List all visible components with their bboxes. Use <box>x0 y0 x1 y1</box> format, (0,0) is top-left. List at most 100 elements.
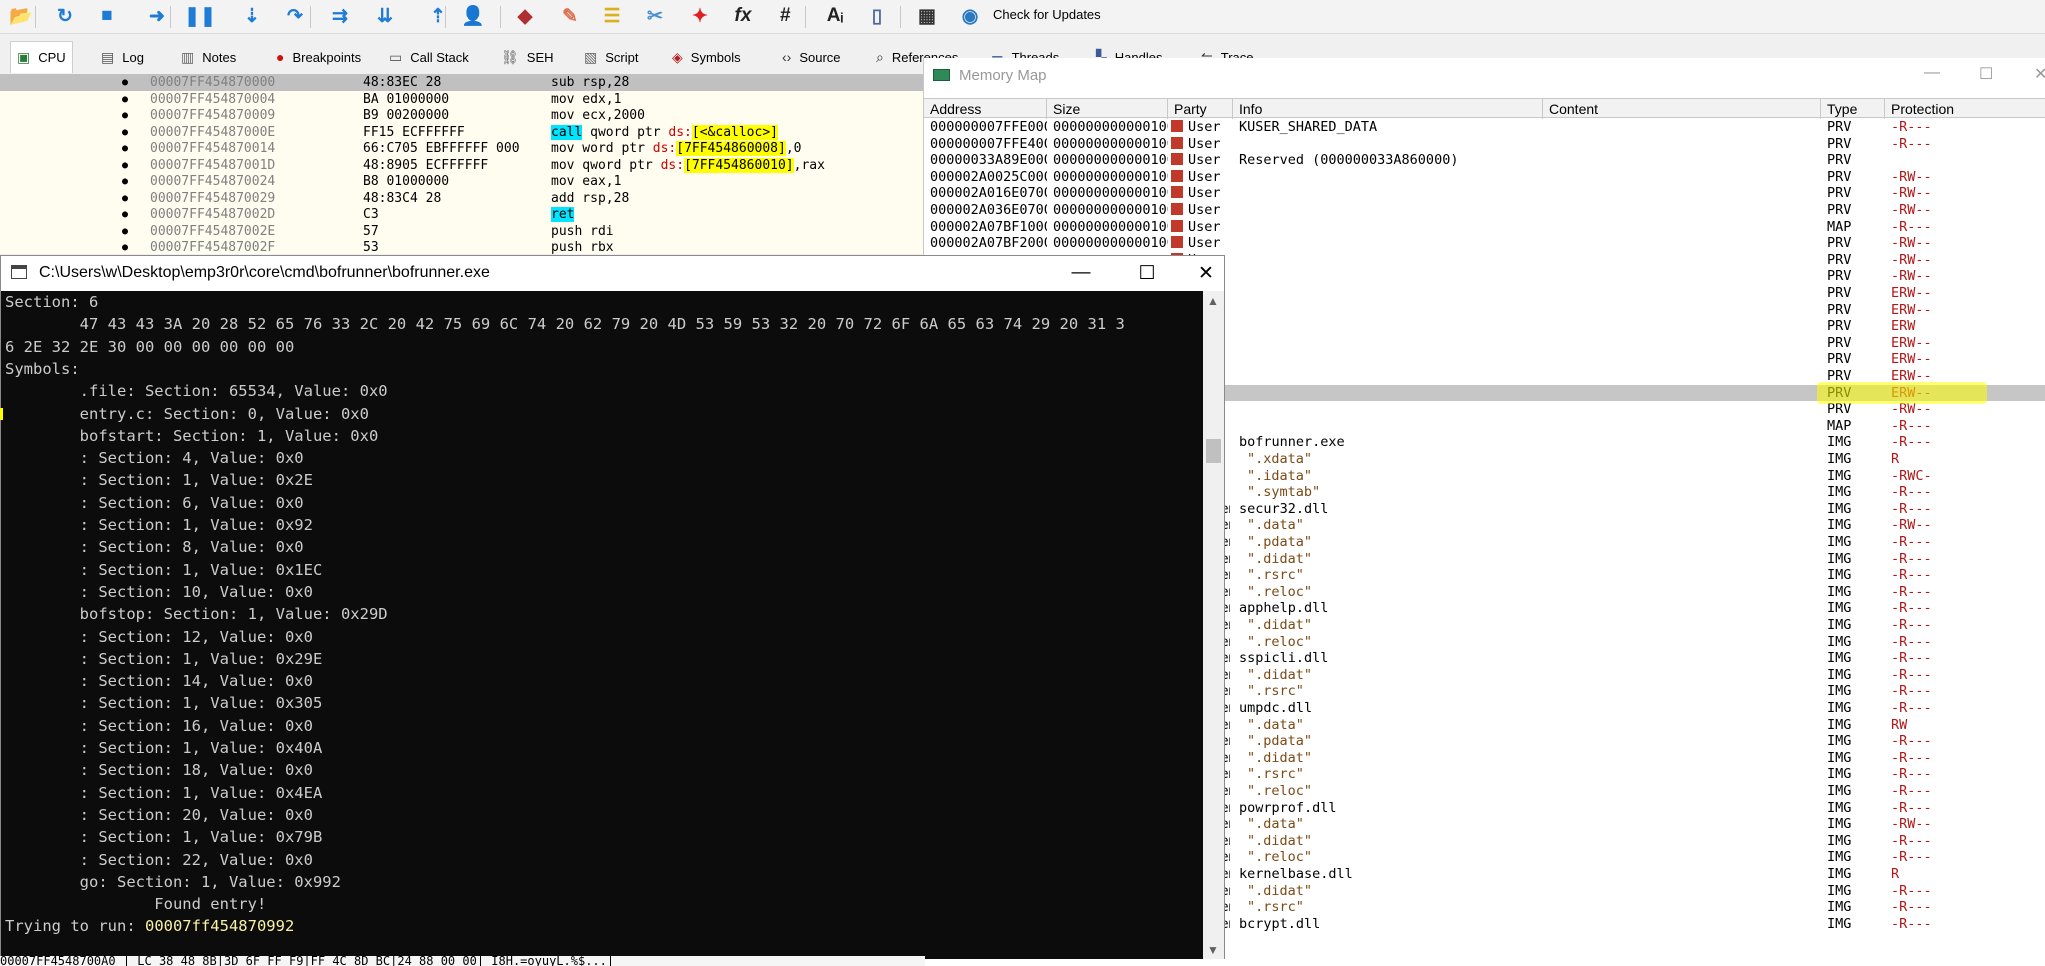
memory-map-column-info[interactable]: Info <box>1233 99 1543 119</box>
type-text: IMG <box>1827 866 1852 882</box>
prot-text: -RWC- <box>1891 467 1932 484</box>
disasm-row[interactable]: ● 00007FF454870024 B8 01000000 mov eax,1 <box>0 173 925 190</box>
open-icon[interactable]: 📂 <box>6 2 36 30</box>
scroll-down-icon[interactable]: ▼ <box>1207 943 1219 957</box>
console-line: : Section: 1, Value: 0x92 <box>5 514 313 536</box>
instr-text: push rbx <box>551 240 614 255</box>
memory-map-column-size[interactable]: Size <box>1047 99 1168 119</box>
scroll-thumb[interactable] <box>1206 439 1221 463</box>
tab-breakpoints[interactable]: ● Breakpoints <box>270 41 367 73</box>
disasm-row[interactable]: ● 00007FF454870004 BA 01000000 mov edx,1 <box>0 91 925 108</box>
memory-map-cell-addr: 000000007FFE0000 <box>930 119 1047 136</box>
close-button[interactable]: ✕ <box>2034 64 2045 84</box>
memory-map-cell-type: IMG <box>1827 849 1885 866</box>
memory-map-cell-info: ".idata" <box>1239 468 1543 485</box>
console-text: Found entry! <box>5 895 267 914</box>
memory-map-cell-type: IMG <box>1827 816 1885 833</box>
tab-call-stack[interactable]: ▭ Call Stack <box>383 41 475 73</box>
restart-icon[interactable]: ↻ <box>50 2 80 30</box>
memory-map-row[interactable]: 000002A036E07000 0000000000001000 User PRV -… <box>924 202 2045 219</box>
patch-icon[interactable]: ◆ <box>510 2 540 30</box>
memory-map-cell-prot: -R--- <box>1891 916 2045 933</box>
disasm-row[interactable]: ● 00007FF45487002E 57 push rdi <box>0 223 925 240</box>
disasm-row[interactable]: ● 00007FF45487000E FF15 ECFFFFFF call qword… <box>0 124 925 141</box>
font-icon[interactable]: Aᵢ <box>820 2 850 30</box>
execute-till-return-icon[interactable]: ⇡ <box>423 2 453 30</box>
calculator-icon[interactable]: ▦ <box>912 2 942 30</box>
trace-over-icon[interactable]: ⇊ <box>370 2 400 30</box>
memory-map-row[interactable]: 00000033A89E0000 0000000000001000 User Rese… <box>924 152 2045 169</box>
label-icon[interactable]: ✂ <box>640 2 670 30</box>
tab-notes[interactable]: ▥ Notes <box>175 41 242 73</box>
memory-map-column-protection[interactable]: Protection <box>1885 99 2045 119</box>
cursor-marker <box>0 408 3 420</box>
memory-map-column-type[interactable]: Type <box>1821 99 1885 119</box>
console-scrollbar[interactable]: ▲ ▼ <box>1203 291 1224 959</box>
close-button[interactable]: ✕ <box>1191 260 1221 286</box>
disasm-address: 00007FF45487001D <box>150 157 276 173</box>
disasm-row[interactable]: ● 00007FF454870000 48:83EC 28 sub rsp,28 <box>0 74 925 91</box>
memory-map-row[interactable]: 000002A016E07000 0000000000001000 User PRV -… <box>924 185 2045 202</box>
console-output[interactable]: Section: 6 47 43 43 3A 20 28 52 65 76 33… <box>1 291 1203 959</box>
scroll-up-icon[interactable]: ▲ <box>1207 294 1219 308</box>
prot-text: -R--- <box>1891 683 1932 700</box>
console-text: : Section: 10, Value: 0x0 <box>5 582 313 601</box>
disasm-bytes: BA 01000000 <box>363 91 450 107</box>
console-text: : Section: 20, Value: 0x0 <box>5 805 313 824</box>
disasm-row[interactable]: ● 00007FF45487002F 53 push rbx <box>0 239 925 256</box>
tab-log[interactable]: ▤ Log <box>95 41 150 73</box>
maximize-button[interactable]: ☐ <box>1979 64 1993 84</box>
disassembly-view[interactable]: ● 00007FF454870000 48:83EC 28 sub rsp,28 ● 00… <box>0 74 925 256</box>
memory-map-cell-addr: 000002A07BF10000 <box>930 219 1047 236</box>
info-text: ".didat" <box>1247 550 1313 567</box>
memory-map-row[interactable]: 000000007FFE0000 0000000000001000 User KUSE… <box>924 119 2045 136</box>
disasm-row[interactable]: ● 00007FF454870014 66:C705 EBFFFFFF 000 mov… <box>0 140 925 157</box>
step-over-icon[interactable]: ↷ <box>280 2 310 30</box>
globe-icon[interactable]: ◉ <box>955 2 985 30</box>
hash-icon[interactable]: # <box>770 2 800 30</box>
minimize-button[interactable]: — <box>1061 260 1101 286</box>
function-icon[interactable]: fx <box>728 2 758 30</box>
console-text: .file: Section: 65534, Value: 0x0 <box>5 382 388 401</box>
tab-script[interactable]: ▧ Script <box>578 41 644 73</box>
memory-map-row[interactable]: 000002A07BF10000 0000000000001000 User MAP -… <box>924 219 2045 236</box>
party-text: User <box>1188 185 1221 202</box>
tab-symbols[interactable]: ◈ Symbols <box>666 41 747 73</box>
memory-map-cell-size: 0000000000001000 <box>1053 169 1168 186</box>
memory-map-cell-info: KUSER_SHARED_DATA <box>1239 119 1543 136</box>
run-icon[interactable]: ➜ <box>142 2 172 30</box>
tab-cpu[interactable]: ▣ CPU <box>10 41 73 73</box>
memory-map-column-party[interactable]: Party <box>1168 99 1233 119</box>
memory-map-row[interactable]: 000002A07BF20000 0000000000001000 User PRV -… <box>924 235 2045 252</box>
memory-map-row[interactable]: 000002A0025C0000 0000000000001000 User PRV -… <box>924 169 2045 186</box>
step-into-icon[interactable]: ⇣ <box>237 2 267 30</box>
device-icon[interactable]: ▯ <box>862 2 892 30</box>
memory-map-cell-prot: -R--- <box>1891 683 2045 700</box>
disasm-row[interactable]: ● 00007FF45487001D 48:8905 ECFFFFFF mov qwo… <box>0 157 925 174</box>
memory-map-column-address[interactable]: Address <box>924 99 1047 119</box>
row-bullet: ● <box>122 143 129 154</box>
bookmark-icon[interactable]: ✦ <box>685 2 715 30</box>
run-to-user-code-icon[interactable]: 👤 <box>458 2 488 30</box>
memory-map-cell-prot: -R--- <box>1891 484 2045 501</box>
pause-icon[interactable]: ❚❚ <box>184 2 216 30</box>
disasm-bytes: 48:8905 ECFFFFFF <box>363 157 489 173</box>
tab-label: Call Stack <box>410 49 469 65</box>
memory-map-cell-type: IMG <box>1827 501 1885 518</box>
addr-text: 00000033A89E0000 <box>930 152 1047 169</box>
comment-icon[interactable]: ☰ <box>597 2 627 30</box>
memory-map-row[interactable]: 000000007FFE4000 0000000000001000 User PRV -… <box>924 136 2045 153</box>
tab-source[interactable]: ‹› Source <box>776 41 847 73</box>
check-for-updates-button[interactable]: Check for Updates <box>993 7 1101 22</box>
tab-seh[interactable]: ⛓ SEH <box>495 41 560 73</box>
memory-map-column-content[interactable]: Content <box>1543 99 1821 119</box>
maximize-button[interactable]: ☐ <box>1127 260 1167 286</box>
memory-map-cell-info: ".reloc" <box>1239 584 1543 601</box>
script-icon[interactable]: ✎ <box>555 2 585 30</box>
disasm-row[interactable]: ● 00007FF45487002D C3 ret <box>0 206 925 223</box>
stop-icon[interactable]: ■ <box>92 2 122 30</box>
disasm-row[interactable]: ● 00007FF454870009 B9 00200000 mov ecx,2000 <box>0 107 925 124</box>
trace-into-icon[interactable]: ⇉ <box>325 2 355 30</box>
minimize-button[interactable]: — <box>1924 64 1940 82</box>
disasm-row[interactable]: ● 00007FF454870029 48:83C4 28 add rsp,28 <box>0 190 925 207</box>
